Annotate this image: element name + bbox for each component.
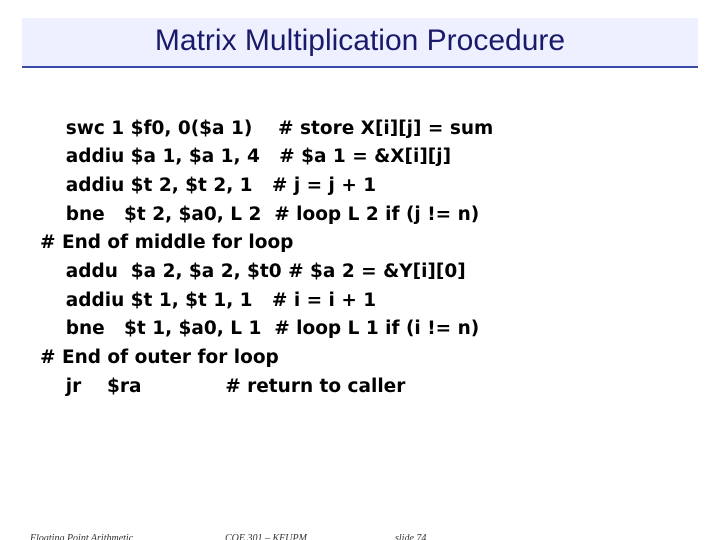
code-line: jr $ra # return to caller [40,376,405,397]
code-line: bne $t 2, $a0, L 2 # loop L 2 if (j != n… [40,204,479,225]
code-line: addiu $t 1, $t 1, 1 # i = i + 1 [40,290,376,311]
footer-slide-number: slide 74 [395,533,426,540]
code-line: addu $a 2, $a 2, $t0 # $a 2 = &Y[i][0] [40,261,466,282]
code-line: bne $t 1, $a0, L 1 # loop L 1 if (i != n… [40,318,479,339]
code-line: swc 1 $f0, 0($a 1) # store X[i][j] = sum [40,118,493,139]
code-line: # End of outer for loop [40,347,279,368]
footer-center: COE 301 – KFUPM [225,533,307,540]
slide-title: Matrix Multiplication Procedure [155,24,565,57]
slide: Matrix Multiplication Procedure swc 1 $f… [0,18,720,540]
footer-left: Floating Point Arithmetic [30,533,133,540]
code-line: addiu $a 1, $a 1, 4 # $a 1 = &X[i][j] [40,146,451,167]
code-block: swc 1 $f0, 0($a 1) # store X[i][j] = sum… [40,86,680,401]
title-bar: Matrix Multiplication Procedure [22,18,698,68]
code-line: addiu $t 2, $t 2, 1 # j = j + 1 [40,175,376,196]
code-line: # End of middle for loop [40,232,293,253]
